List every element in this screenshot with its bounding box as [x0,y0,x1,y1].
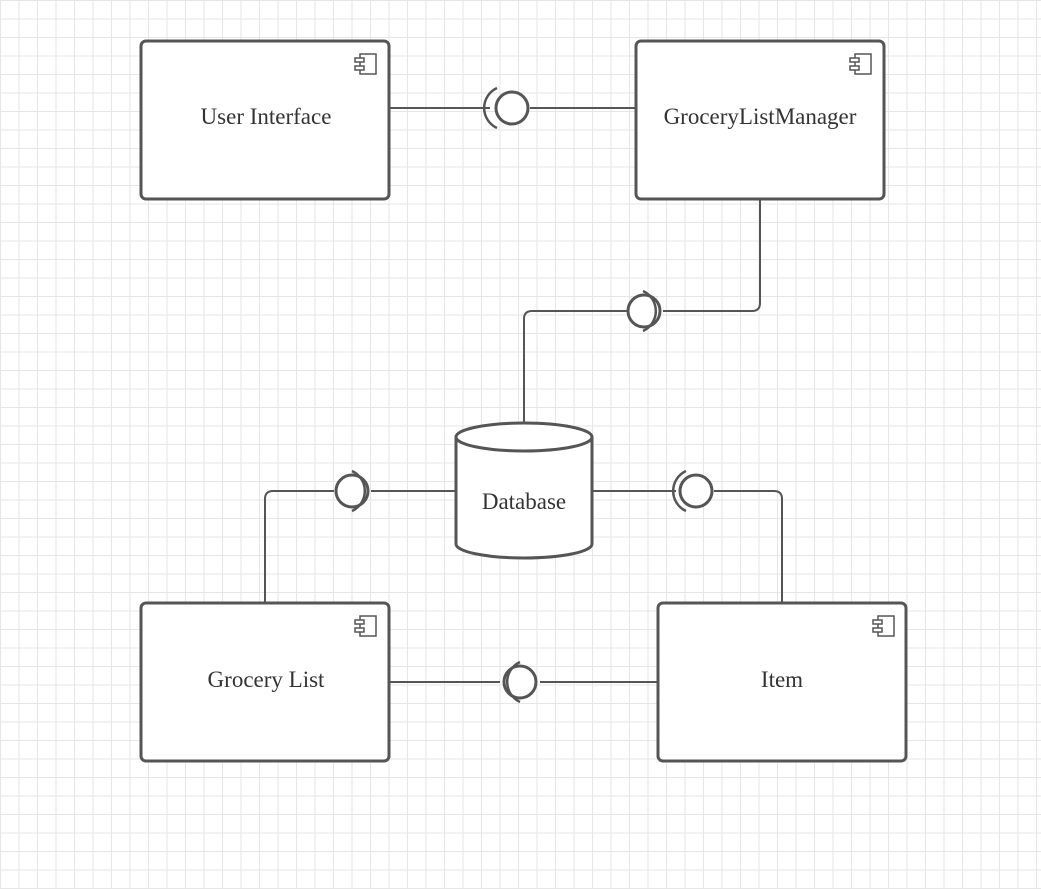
interface-ball [678,473,714,509]
connector-interface-to-grocery-list[interactable] [264,490,334,603]
connector-manager-to-interface[interactable] [663,199,761,312]
interface-database-grocery-list[interactable] [334,469,370,513]
database-node[interactable]: Database [454,421,594,560]
interface-database-item[interactable] [671,469,714,513]
component-grocery-list-manager[interactable]: GroceryListManager [634,39,886,201]
diagram-canvas: User Interface GroceryListManager Databa… [0,0,1041,889]
component-label: Item [761,667,803,692]
interface-ball [494,90,530,126]
component-grocery-list[interactable]: Grocery List [139,601,391,763]
connector-interface-to-item[interactable] [714,490,783,603]
diagram-svg: User Interface GroceryListManager Databa… [139,39,908,763]
component-label: User Interface [201,104,332,129]
component-item[interactable]: Item [656,601,908,763]
database-label: Database [482,489,566,514]
component-user-interface[interactable]: User Interface [139,39,391,201]
database-top [454,421,594,453]
component-label: GroceryListManager [664,104,857,129]
interface-manager-database[interactable] [626,289,662,333]
component-label: Grocery List [208,667,325,692]
interface-ui-manager[interactable] [482,86,530,130]
interface-grocery-list-item[interactable] [502,660,538,704]
connector-interface-to-database[interactable] [523,310,627,423]
